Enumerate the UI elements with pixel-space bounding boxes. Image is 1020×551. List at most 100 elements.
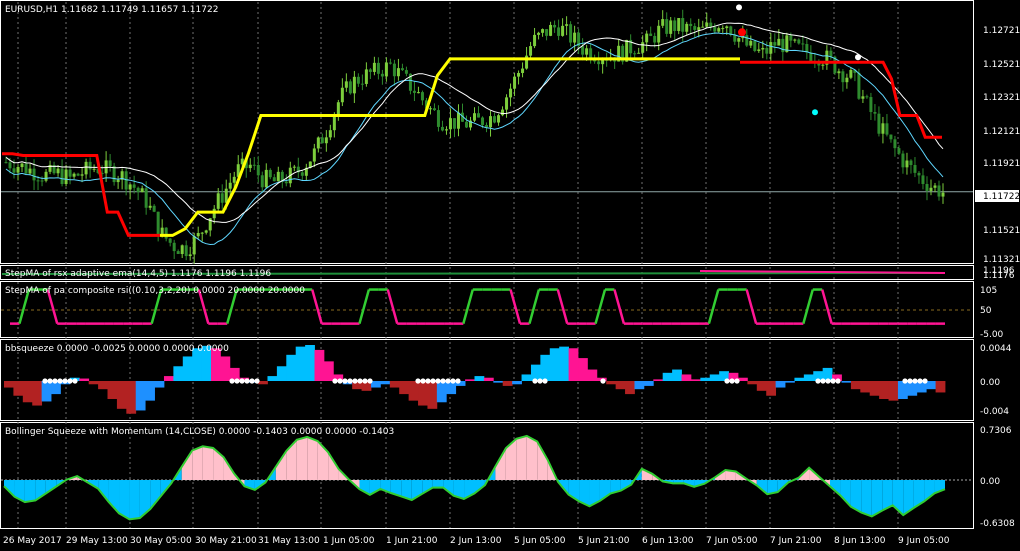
squeeze-bar — [41, 381, 52, 402]
candle-body — [917, 172, 921, 176]
candle-body — [693, 26, 697, 30]
candle-body — [777, 38, 781, 46]
candle-body — [260, 175, 264, 188]
squeeze-bar — [314, 349, 325, 381]
candle-body — [753, 40, 757, 51]
squeeze-bar — [587, 369, 598, 381]
candle-body — [937, 185, 941, 197]
squeeze-dot — [352, 378, 358, 384]
pa-rsi-pane-title: StepMA of pa composite rsi((0.10,3,2,20)… — [5, 286, 305, 296]
candle-body — [88, 161, 92, 170]
candle-body — [493, 116, 497, 123]
squeeze-dot — [830, 378, 836, 384]
candle-body — [913, 165, 917, 173]
mt4-chart-window[interactable]: EURUSD,H1 1.11682 1.11749 1.11657 1.1172… — [0, 0, 1020, 551]
squeeze-bar — [869, 381, 880, 396]
time-tick: 1 Jun 05:00 — [323, 536, 375, 546]
candle-body — [440, 126, 444, 131]
candle-body — [901, 153, 905, 168]
candle-body — [673, 20, 677, 31]
squeeze-dot — [47, 378, 53, 384]
candle-body — [549, 24, 553, 36]
time-tick: 30 May 21:00 — [195, 536, 257, 546]
pa-rsi-y-tick: -5.00 — [980, 330, 1004, 340]
candle-body — [909, 160, 913, 166]
candle-body — [681, 18, 685, 32]
squeeze-dot — [229, 378, 235, 384]
time-tick: 7 Jun 05:00 — [706, 536, 758, 546]
squeeze-bar — [549, 348, 560, 381]
candle-body — [56, 168, 60, 174]
candle-body — [661, 19, 665, 26]
candle-body — [657, 25, 661, 43]
candle-body — [473, 113, 476, 121]
candle-body — [364, 69, 368, 84]
time-tick: 8 Jun 13:00 — [834, 536, 886, 546]
candle-body — [420, 92, 424, 101]
candle-body — [276, 171, 280, 182]
main-y-tick: 1.12321 — [983, 93, 1020, 103]
candle-body — [12, 168, 16, 173]
squeeze-bar — [286, 354, 297, 381]
squeeze-dot — [67, 378, 73, 384]
candle-body — [152, 205, 156, 212]
candle-body — [188, 254, 192, 257]
time-tick: 7 Jun 21:00 — [770, 536, 822, 546]
squeeze-bar — [389, 381, 400, 388]
candle-body — [372, 62, 376, 72]
candle-body — [517, 72, 521, 77]
candle-body — [545, 29, 549, 36]
momentum-y-tick: -0.6308 — [980, 519, 1015, 529]
squeeze-dot — [734, 378, 740, 384]
squeeze-bar — [493, 381, 504, 383]
squeeze-dot — [537, 378, 543, 384]
main-y-tick: 1.12721 — [983, 26, 1020, 36]
momentum-fill — [307, 436, 318, 480]
squeeze-dot — [57, 378, 63, 384]
candle-body — [641, 42, 645, 53]
squeeze-dot — [239, 378, 245, 384]
squeeze-bar — [926, 381, 936, 390]
squeeze-bar — [295, 346, 306, 381]
squeeze-bar — [483, 377, 494, 381]
squeeze-dot — [532, 378, 538, 384]
candle-body — [761, 47, 765, 50]
squeeze-bar — [700, 377, 711, 381]
candle-body — [669, 20, 673, 34]
candle-body — [428, 108, 432, 110]
candle-body — [553, 24, 557, 28]
candle-body — [857, 72, 861, 99]
candle-body — [16, 167, 20, 173]
current-price-label: 1.11722 — [983, 192, 1020, 202]
squeeze-bar — [803, 374, 814, 381]
squeeze-bar — [653, 379, 664, 381]
squeeze-bar — [267, 376, 278, 381]
squeeze-dot — [52, 378, 58, 384]
squeeze-bar — [370, 381, 381, 388]
squeeze-bar — [888, 381, 899, 401]
squeeze-dot — [244, 378, 250, 384]
main-pane-title: EURUSD,H1 1.11682 1.11749 1.11657 1.1172… — [5, 5, 218, 15]
candle-body — [769, 42, 773, 54]
candle-body — [416, 92, 420, 94]
candle-body — [757, 49, 761, 51]
squeeze-bar — [662, 372, 673, 381]
candle-body — [893, 139, 897, 149]
squeeze-bar — [427, 381, 438, 409]
time-tick: 26 May 2017 — [3, 536, 62, 546]
squeeze-dot — [542, 378, 548, 384]
squeeze-dot — [729, 378, 735, 384]
candle-body — [765, 47, 769, 54]
squeeze-bar — [276, 366, 287, 381]
squeeze-bar — [690, 379, 701, 381]
candle-body — [633, 53, 637, 55]
candle-body — [384, 62, 388, 77]
main-y-tick: 1.11921 — [983, 159, 1020, 169]
candle-body — [481, 117, 485, 125]
candle-body — [637, 52, 641, 54]
rsx-y-axis: 1.1196 1.1176 — [983, 266, 1015, 281]
candle-body — [376, 62, 380, 74]
squeeze-dot — [249, 378, 255, 384]
candle-body — [228, 182, 232, 189]
candle-body — [44, 171, 48, 181]
